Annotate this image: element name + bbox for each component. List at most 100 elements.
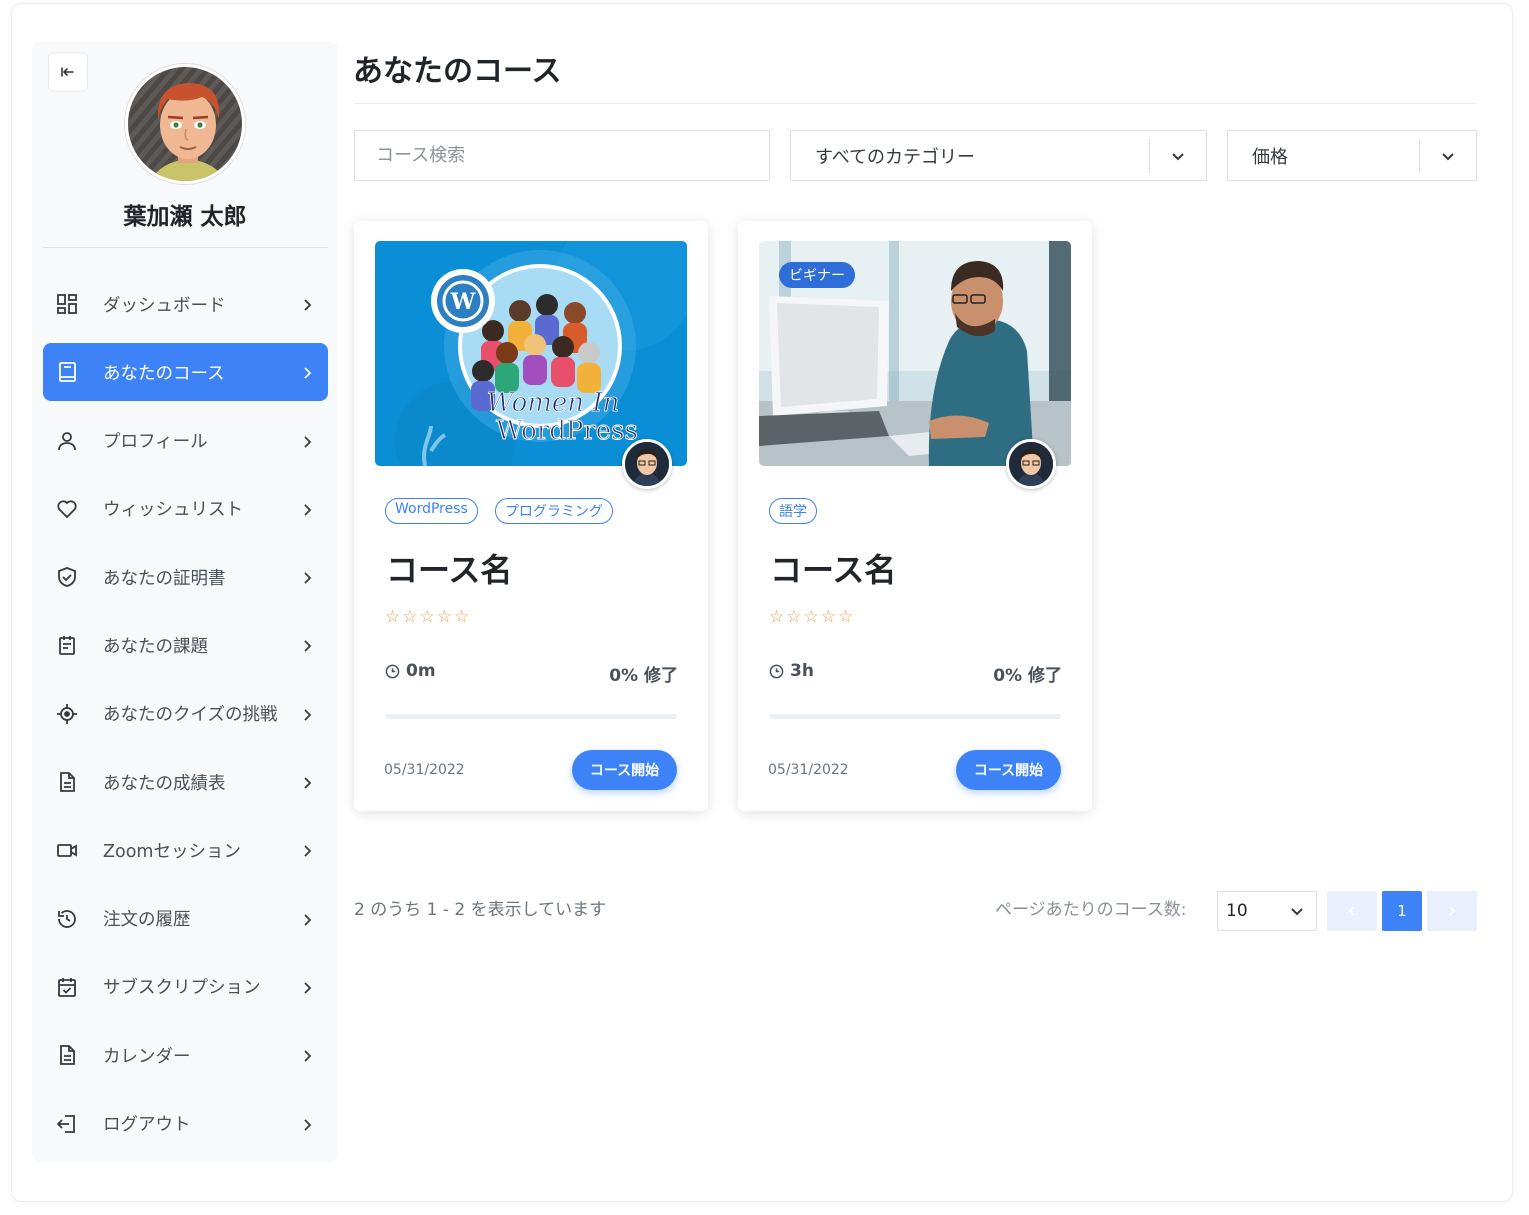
document-icon xyxy=(55,770,79,794)
price-select[interactable]: 価格 xyxy=(1227,130,1477,181)
rating-stars: ☆ ☆ ☆ ☆ ☆ xyxy=(769,609,853,626)
sidebar-item-label: あなたのコース xyxy=(103,363,225,384)
book-icon xyxy=(55,360,79,384)
star-icon: ☆ xyxy=(820,607,836,627)
progress-bar xyxy=(385,714,677,719)
clipboard-icon xyxy=(55,633,79,657)
target-icon xyxy=(55,702,79,726)
sidebar-item-profile[interactable]: プロフィール xyxy=(43,412,328,470)
course-thumbnail[interactable]: W Women In WordPress xyxy=(375,241,687,466)
instructor-avatar[interactable] xyxy=(622,439,672,489)
next-page-button[interactable] xyxy=(1427,891,1477,931)
course-card[interactable]: W Women In WordPress WordPress プログラミング コ… xyxy=(354,221,708,811)
per-page-value: 10 xyxy=(1226,901,1248,921)
course-thumbnail[interactable]: ビギナー xyxy=(759,241,1071,466)
chevron-right-icon xyxy=(300,775,314,789)
star-icon: ☆ xyxy=(803,607,819,627)
clock-icon xyxy=(769,664,784,678)
course-tag[interactable]: プログラミング xyxy=(494,498,613,524)
course-search-input[interactable] xyxy=(354,130,770,181)
document-icon xyxy=(55,1043,79,1067)
sidebar-item-your-courses[interactable]: あなたのコース xyxy=(43,343,328,402)
course-tag[interactable]: 語学 xyxy=(769,498,817,524)
sidebar-item-label: あなたの証明書 xyxy=(103,568,226,589)
chevron-right-icon xyxy=(300,707,314,721)
chevron-right-icon xyxy=(300,297,314,311)
avatar-image xyxy=(128,67,242,181)
level-badge: ビギナー xyxy=(779,262,855,288)
progress-label: 0% 修了 xyxy=(609,666,678,686)
user-icon xyxy=(55,429,79,453)
chevron-down-icon xyxy=(1420,149,1476,163)
sidebar-item-quiz-attempts[interactable]: あなたのクイズの挑戦 xyxy=(43,685,328,743)
chevron-right-icon xyxy=(300,843,314,858)
sidebar-item-logout[interactable]: ログアウト xyxy=(43,1095,328,1153)
chevron-right-icon xyxy=(1449,906,1456,916)
sidebar-item-label: カレンダー xyxy=(103,1046,191,1067)
course-name[interactable]: コース名 xyxy=(386,545,512,591)
collapse-sidebar-button[interactable] xyxy=(48,52,88,92)
chevron-right-icon xyxy=(300,1048,314,1062)
progress-bar xyxy=(769,714,1061,719)
collapse-icon xyxy=(61,67,74,77)
sidebar-item-label: Zoomセッション xyxy=(103,841,241,862)
chevron-down-icon xyxy=(1150,149,1206,163)
sidebar-item-label: サブスクリプション xyxy=(103,978,261,999)
sidebar-item-calendar[interactable]: カレンダー xyxy=(43,1026,328,1084)
chevron-right-icon xyxy=(300,502,314,516)
start-course-button[interactable]: コース開始 xyxy=(956,750,1061,790)
sidebar-item-wishlist[interactable]: ウィッシュリスト xyxy=(43,480,328,538)
sidebar-item-label: プロフィール xyxy=(103,432,208,453)
previous-page-button[interactable] xyxy=(1327,891,1377,931)
sidebar: 葉加瀬 太郎 ダッシュボード あなたのコース プロフィール ウィッシュリスト あ… xyxy=(32,42,338,1162)
page-title: あなたのコース xyxy=(353,54,562,89)
women-in-wordpress-image: W Women In WordPress xyxy=(375,241,687,466)
sidebar-item-label: ウィッシュリスト xyxy=(103,500,243,521)
sidebar-item-label: あなたの課題 xyxy=(103,636,208,657)
svg-text:W: W xyxy=(450,289,476,315)
star-icon: ☆ xyxy=(786,607,802,627)
sidebar-item-zoom[interactable]: Zoomセッション xyxy=(43,821,328,879)
instructor-image xyxy=(625,442,669,486)
sidebar-item-label: ログアウト xyxy=(103,1115,191,1136)
per-page-label: ページあたりのコース数: xyxy=(995,900,1187,920)
history-icon xyxy=(55,907,79,931)
progress-label: 0% 修了 xyxy=(993,666,1062,686)
thumb-title-line2: WordPress xyxy=(496,416,638,446)
sidebar-item-grades[interactable]: あなたの成績表 xyxy=(43,753,328,811)
star-icon: ☆ xyxy=(419,607,435,627)
calendar-check-icon xyxy=(55,975,79,999)
title-divider xyxy=(354,103,1476,104)
course-tag[interactable]: WordPress xyxy=(385,498,478,524)
clock-icon xyxy=(385,664,400,678)
sidebar-item-label: あなたのクイズの挑戦 xyxy=(103,705,278,726)
instructor-avatar[interactable] xyxy=(1006,439,1056,489)
course-tags: 語学 xyxy=(769,498,817,524)
sidebar-item-certificates[interactable]: あなたの証明書 xyxy=(43,548,328,606)
chevron-right-icon xyxy=(300,434,314,448)
chevron-down-icon xyxy=(1291,908,1303,916)
thumb-title-line1: Women In xyxy=(487,388,620,418)
sidebar-divider xyxy=(43,247,328,248)
course-date: 05/31/2022 xyxy=(768,762,849,778)
price-select-value: 価格 xyxy=(1252,146,1288,168)
dashboard-icon xyxy=(55,292,79,316)
sidebar-item-order-history[interactable]: 注文の履歴 xyxy=(43,890,328,948)
results-summary: 2 のうち 1 - 2 を表示しています xyxy=(354,900,607,920)
course-name[interactable]: コース名 xyxy=(770,545,896,591)
avatar[interactable] xyxy=(125,64,245,184)
category-select[interactable]: すべてのカテゴリー xyxy=(790,130,1207,181)
user-name: 葉加瀬 太郎 xyxy=(123,204,247,230)
course-duration: 0m xyxy=(385,661,436,681)
start-course-button[interactable]: コース開始 xyxy=(572,750,677,790)
page-button-current[interactable]: 1 xyxy=(1382,891,1422,931)
star-icon: ☆ xyxy=(402,607,418,627)
course-card[interactable]: ビギナー 語学 コース名 ☆ ☆ ☆ ☆ ☆ 3h 0% 修了 05/31/20… xyxy=(738,221,1092,811)
sidebar-menu: ダッシュボード あなたのコース プロフィール ウィッシュリスト あなたの証明書 … xyxy=(43,275,328,1163)
star-icon: ☆ xyxy=(769,607,785,627)
sidebar-item-dashboard[interactable]: ダッシュボード xyxy=(43,275,328,333)
sidebar-item-subscriptions[interactable]: サブスクリプション xyxy=(43,958,328,1016)
chevron-right-icon xyxy=(300,1117,314,1131)
per-page-select[interactable]: 10 xyxy=(1217,891,1317,931)
sidebar-item-assignments[interactable]: あなたの課題 xyxy=(43,616,328,674)
